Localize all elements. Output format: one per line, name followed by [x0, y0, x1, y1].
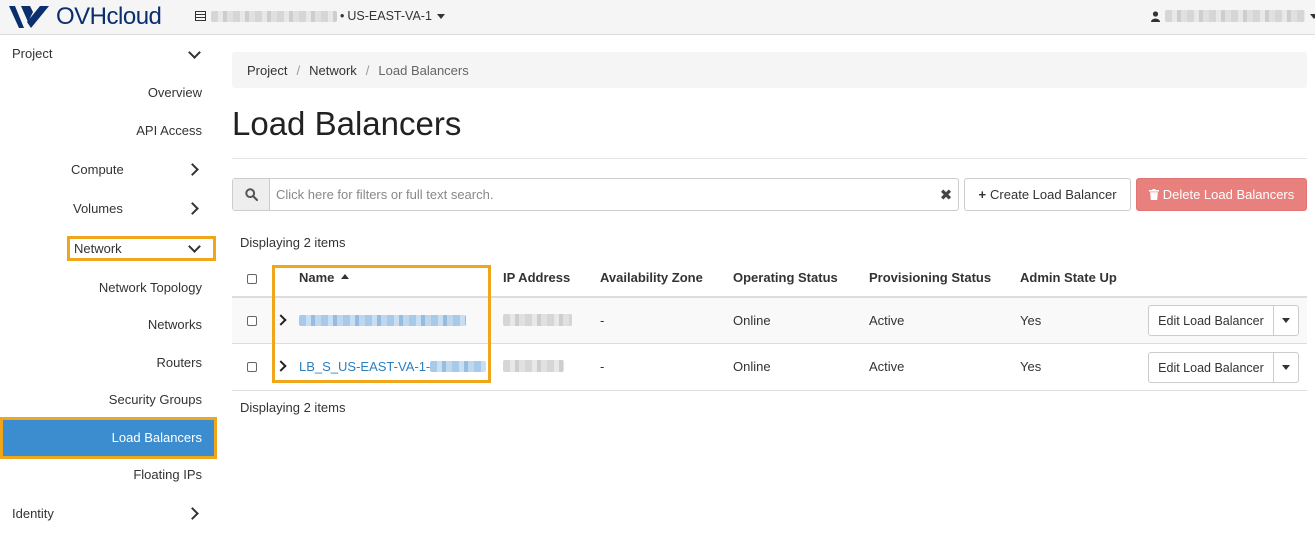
row1-action-group: Edit Load Balancer	[1148, 305, 1299, 336]
search-input[interactable]	[270, 179, 934, 210]
search-bar: ✖	[232, 178, 959, 211]
row-checkbox[interactable]	[247, 362, 257, 372]
row2-admin-state: Yes	[1020, 359, 1042, 374]
breadcrumb: Project / Network / Load Balancers	[232, 52, 1307, 88]
row-actions-dropdown[interactable]	[1274, 306, 1298, 335]
sidebar-item-security-groups[interactable]: Security Groups	[109, 392, 202, 407]
column-header-provisioning-status[interactable]: Provisioning Status	[869, 270, 991, 285]
delete-load-balancers-button[interactable]: Delete Load Balancers	[1136, 178, 1307, 211]
row1-operating-status: Online	[733, 313, 771, 328]
delete-button-label: Delete Load Balancers	[1162, 187, 1295, 202]
title-divider	[232, 158, 1307, 159]
ovh-logo-icon	[9, 6, 49, 28]
name-column-highlight-box	[272, 265, 491, 383]
row1-provisioning-status: Active	[869, 313, 905, 328]
row1-admin-state: Yes	[1020, 313, 1042, 328]
user-menu[interactable]	[1151, 10, 1315, 22]
item-count-top: Displaying 2 items	[240, 235, 346, 250]
plus-icon: +	[978, 187, 987, 202]
chevron-down-icon[interactable]	[188, 46, 201, 59]
sidebar: Project Overview API Access Compute Volu…	[0, 35, 217, 539]
sidebar-item-networks[interactable]: Networks	[148, 317, 202, 332]
row2-action-group: Edit Load Balancer	[1148, 352, 1299, 383]
server-icon	[195, 11, 206, 21]
network-highlight-box	[67, 236, 216, 261]
ovhcloud-logo[interactable]: OVHcloud	[7, 3, 162, 30]
row2-zone: -	[600, 359, 605, 374]
chevron-down-icon	[1310, 13, 1315, 19]
edit-load-balancer-button[interactable]: Edit Load Balancer	[1149, 306, 1274, 335]
chevron-down-icon	[1282, 365, 1290, 370]
page-title: Load Balancers	[232, 105, 462, 142]
region-label: US-EAST-VA-1	[347, 9, 432, 23]
sidebar-item-api-access[interactable]: API Access	[136, 123, 202, 138]
column-header-availability-zone[interactable]: Availability Zone	[600, 270, 703, 285]
create-load-balancer-button[interactable]: + Create Load Balancer	[964, 178, 1131, 211]
brand-name: OVHcloud	[56, 3, 162, 30]
user-icon	[1151, 10, 1160, 22]
ip-address-redacted	[503, 314, 572, 326]
username-redacted	[1165, 10, 1305, 22]
sidebar-item-floating-ips[interactable]: Floating IPs	[133, 467, 202, 482]
sidebar-item-compute[interactable]: Compute	[71, 162, 124, 177]
item-count-bottom: Displaying 2 items	[240, 400, 346, 415]
trash-icon	[1148, 189, 1159, 200]
search-button[interactable]	[233, 179, 270, 210]
project-name-redacted	[211, 10, 337, 22]
row2-operating-status: Online	[733, 359, 771, 374]
sidebar-item-routers[interactable]: Routers	[156, 355, 202, 370]
row-actions-dropdown[interactable]	[1274, 353, 1298, 382]
sidebar-item-network-topology[interactable]: Network Topology	[99, 280, 202, 295]
chevron-right-icon[interactable]	[186, 163, 199, 176]
row-checkbox[interactable]	[247, 316, 257, 326]
edit-load-balancer-button[interactable]: Edit Load Balancer	[1149, 353, 1274, 382]
chevron-down-icon	[1282, 318, 1290, 323]
row1-zone: -	[600, 313, 605, 328]
column-header-operating-status[interactable]: Operating Status	[733, 270, 838, 285]
sidebar-item-overview[interactable]: Overview	[148, 85, 202, 100]
row-divider	[232, 390, 1307, 391]
sidebar-item-identity[interactable]: Identity	[12, 506, 54, 521]
top-bar: OVHcloud • US-EAST-VA-1	[0, 0, 1315, 35]
breadcrumb-separator: /	[296, 62, 301, 78]
close-icon[interactable]: ✖	[934, 179, 958, 210]
breadcrumb-current: Load Balancers	[378, 62, 469, 78]
select-all-checkbox[interactable]	[247, 274, 257, 284]
sidebar-item-volumes[interactable]: Volumes	[73, 201, 123, 216]
breadcrumb-network[interactable]: Network	[309, 63, 357, 78]
breadcrumb-separator: /	[365, 62, 370, 78]
column-header-ip-address[interactable]: IP Address	[503, 270, 570, 285]
project-selector[interactable]: • US-EAST-VA-1	[195, 9, 445, 23]
chevron-down-icon	[436, 13, 445, 19]
ip-address-redacted	[503, 360, 564, 372]
chevron-right-icon[interactable]	[186, 507, 199, 520]
load-balancers-highlight-box	[0, 417, 217, 459]
chevron-right-icon[interactable]	[186, 202, 199, 215]
column-header-admin-state-up[interactable]: Admin State Up	[1020, 270, 1117, 285]
sidebar-item-project[interactable]: Project	[12, 46, 52, 61]
row2-provisioning-status: Active	[869, 359, 905, 374]
search-icon	[244, 188, 258, 201]
create-button-label: Create Load Balancer	[990, 187, 1117, 202]
breadcrumb-project[interactable]: Project	[247, 63, 287, 78]
